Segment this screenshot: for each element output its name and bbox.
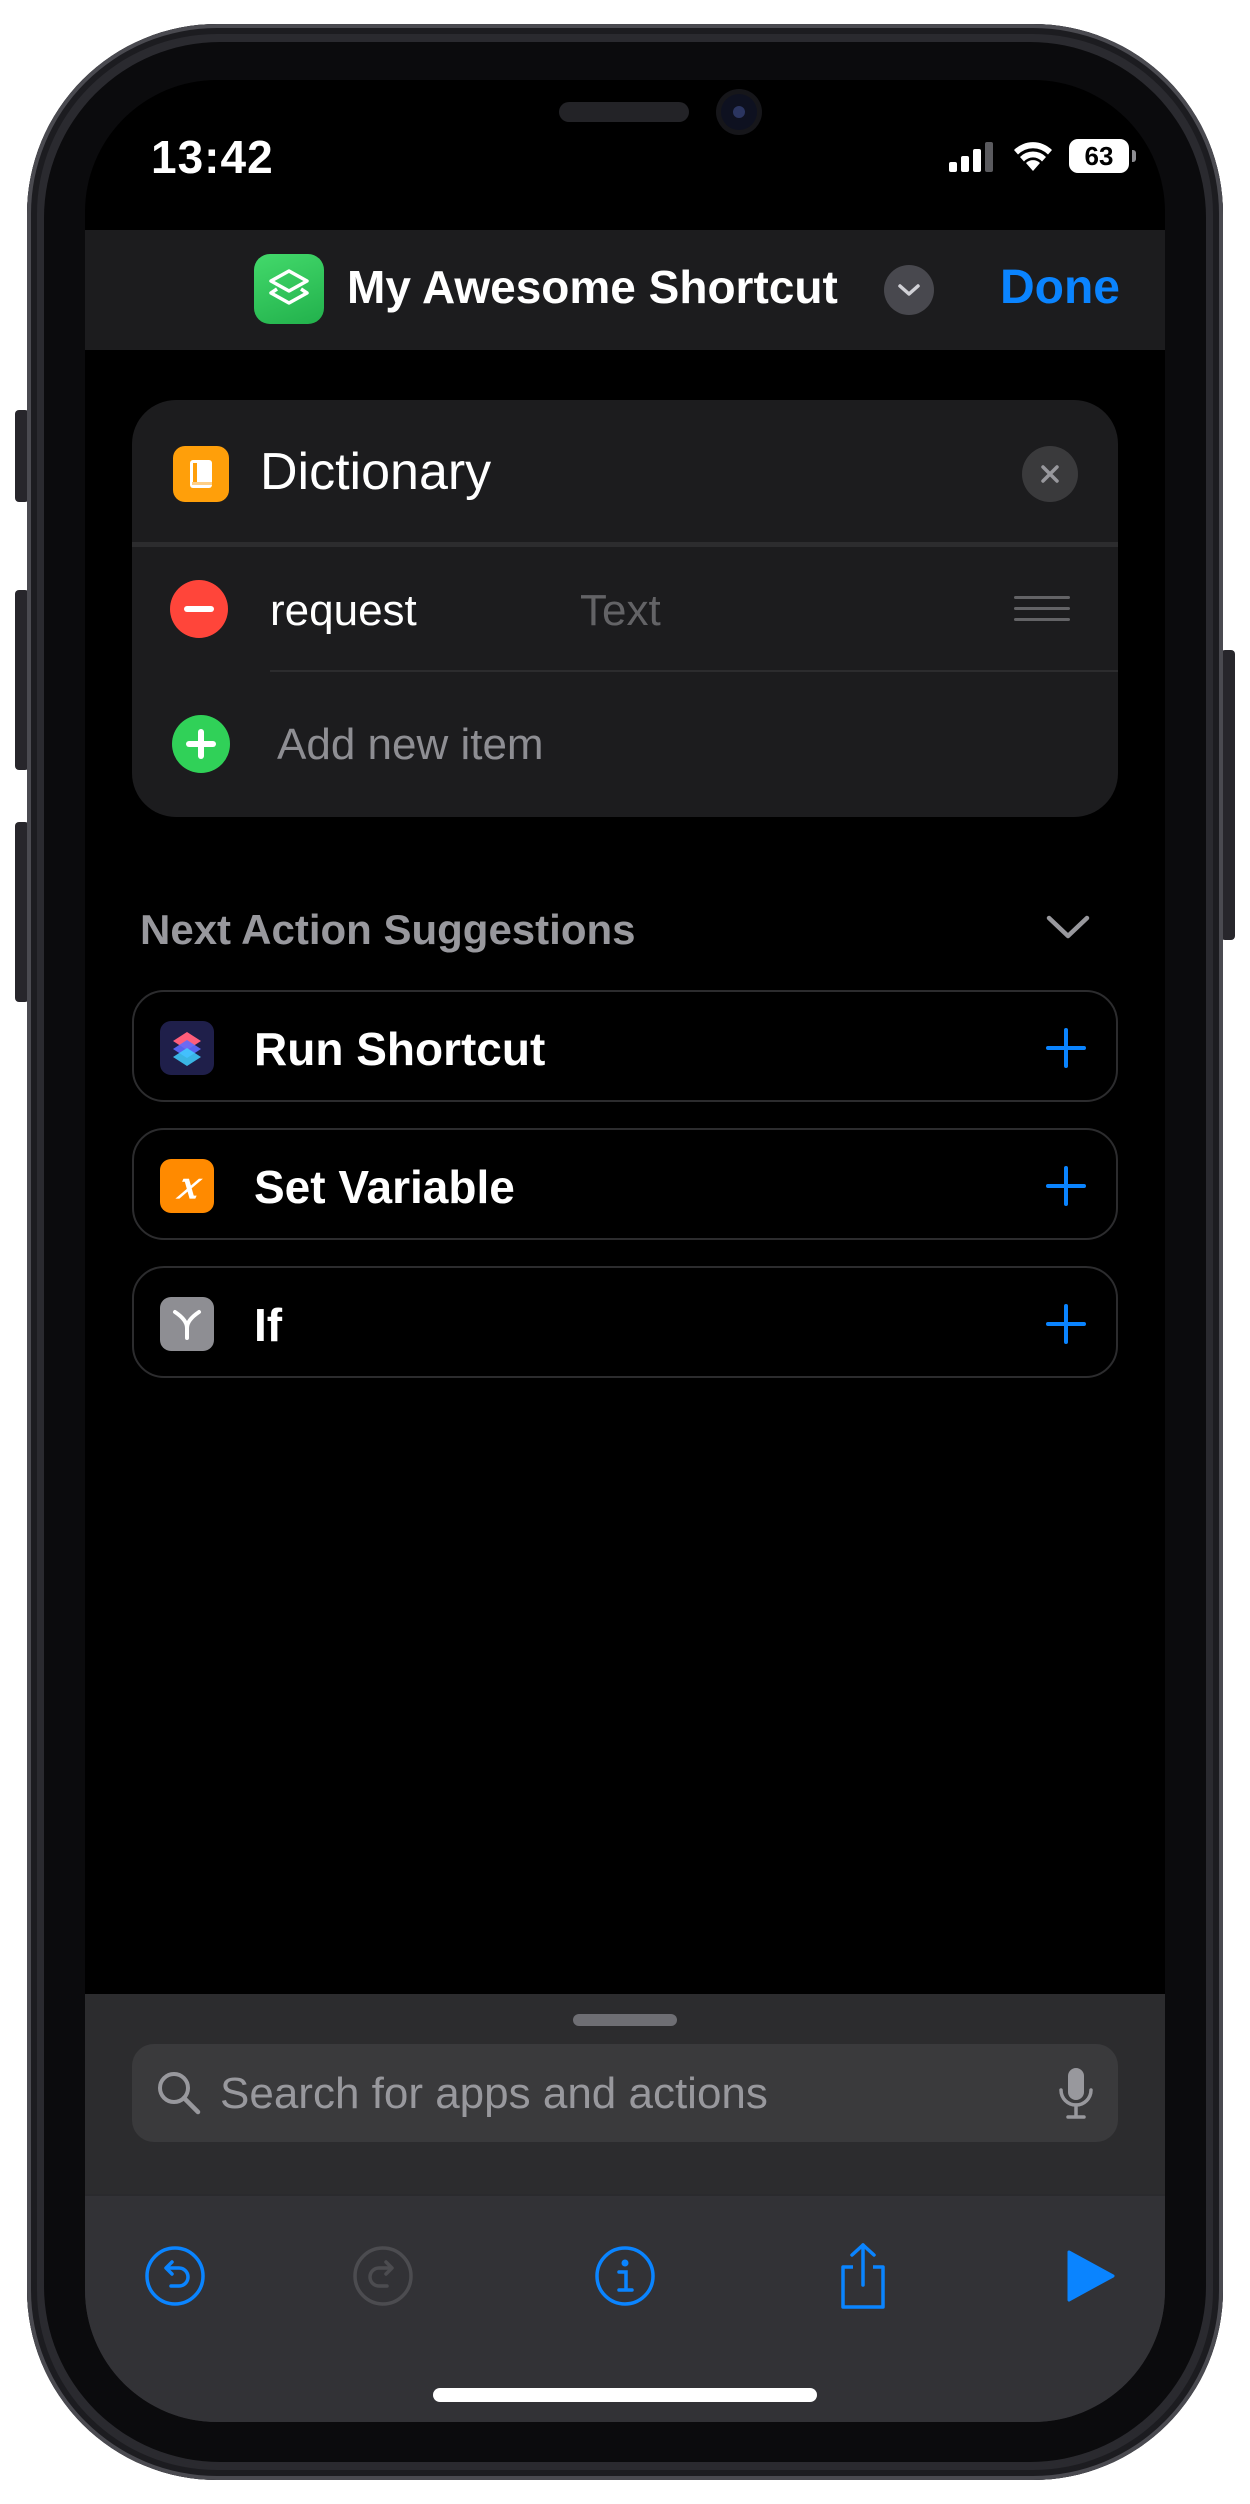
undo-icon: [145, 2246, 205, 2306]
plus-icon: [186, 729, 216, 759]
card-title: Dictionary: [260, 443, 492, 501]
power-button: [1221, 650, 1235, 940]
cellular-signal-icon: [949, 142, 993, 172]
card-divider: [132, 542, 1118, 547]
wifi-icon: [1014, 142, 1052, 171]
front-camera: [721, 94, 757, 130]
reorder-handle-icon[interactable]: [1014, 594, 1070, 624]
search-bar[interactable]: [132, 2044, 1118, 2144]
shortcuts-icon: [160, 1021, 214, 1075]
item-type-field[interactable]: Text: [580, 586, 661, 636]
item-key-field[interactable]: request: [270, 586, 417, 636]
add-icon[interactable]: [1044, 1302, 1088, 1346]
info-icon: [595, 2246, 655, 2306]
add-icon[interactable]: [1044, 1026, 1088, 1070]
suggestions-header: Next Action Suggestions: [140, 906, 636, 953]
suggestion-label: Run Shortcut: [254, 1023, 546, 1075]
delete-item-button[interactable]: [170, 580, 228, 638]
redo-button[interactable]: [343, 2236, 423, 2316]
screen: 13:42 63 My Awesome Shortcut Done Dictio…: [85, 80, 1165, 2422]
battery-indicator: 63: [1069, 139, 1136, 173]
card-header: Dictionary: [132, 400, 1118, 548]
shortcut-title[interactable]: My Awesome Shortcut: [347, 260, 838, 314]
suggestion-label: If: [254, 1299, 283, 1351]
close-icon: [1041, 465, 1059, 483]
title-menu-button[interactable]: [884, 265, 934, 315]
play-icon: [1067, 2250, 1115, 2302]
navigation-bar: My Awesome Shortcut Done: [85, 230, 1165, 350]
dictionary-item-row: request Text: [132, 548, 1118, 670]
chevron-down-icon[interactable]: [1043, 908, 1093, 948]
sheet-grabber[interactable]: [573, 2014, 677, 2026]
variable-x-icon: 𝑥: [160, 1159, 214, 1213]
status-time: 13:42: [151, 131, 274, 183]
suggestion-label: Set Variable: [254, 1161, 515, 1213]
share-icon: [841, 2243, 885, 2309]
search-input[interactable]: [218, 2044, 1022, 2144]
suggestion-if[interactable]: If: [132, 1266, 1118, 1378]
notch: [331, 80, 921, 172]
add-item-row[interactable]: Add new item: [132, 672, 1118, 817]
home-indicator[interactable]: [433, 2388, 817, 2402]
run-button[interactable]: [1049, 2236, 1129, 2316]
search-icon: [158, 2072, 201, 2115]
shortcuts-icon: [269, 269, 309, 305]
status-indicators: 63: [947, 136, 1136, 176]
info-button[interactable]: [585, 2236, 665, 2316]
battery-level: 63: [1084, 140, 1114, 171]
undo-button[interactable]: [135, 2236, 215, 2316]
suggestion-run-shortcut[interactable]: Run Shortcut: [132, 990, 1118, 1102]
earpiece-speaker: [559, 102, 689, 122]
remove-action-button[interactable]: [1022, 446, 1078, 502]
dictionary-action-card: Dictionary request Text Add new item: [132, 400, 1118, 817]
done-button[interactable]: Done: [1000, 260, 1120, 315]
branch-y-icon: [160, 1297, 214, 1351]
chevron-down-icon: [898, 284, 920, 296]
add-icon[interactable]: [1044, 1164, 1088, 1208]
add-item-label[interactable]: Add new item: [277, 720, 544, 770]
microphone-icon[interactable]: [1056, 2066, 1096, 2122]
shortcut-app-icon[interactable]: [254, 254, 324, 324]
redo-icon: [353, 2246, 413, 2306]
add-item-button[interactable]: [172, 715, 230, 773]
suggestion-set-variable[interactable]: 𝑥 Set Variable: [132, 1128, 1118, 1240]
dictionary-icon: [173, 446, 229, 502]
minus-icon: [184, 606, 214, 612]
share-button[interactable]: [823, 2236, 903, 2316]
